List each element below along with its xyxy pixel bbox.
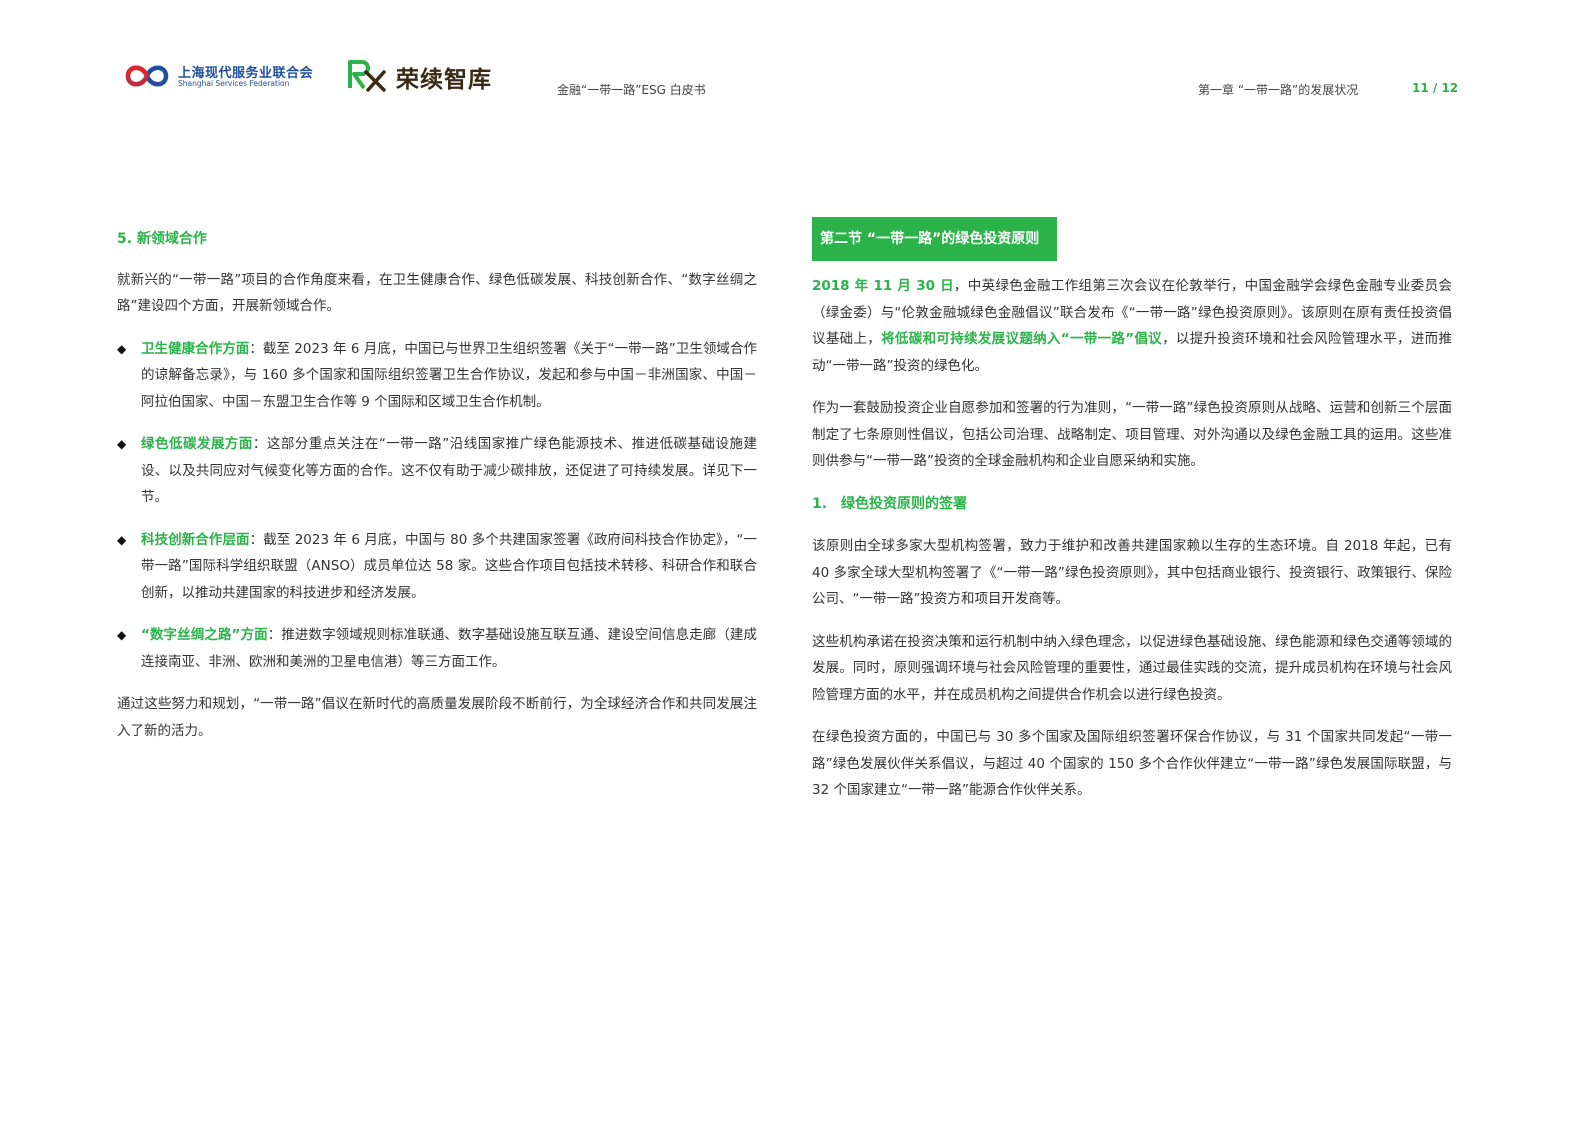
paragraph-signatories: 该原则由全球多家大型机构签署，致力于维护和改善共建国家赖以生存的生态环境。自 2… [812, 538, 1452, 607]
intro-paragraph: 就新兴的“一带一路”项目的合作角度来看，在卫生健康合作、绿色低碳发展、科技创新合… [117, 271, 757, 315]
list-item: ◆ 科技创新合作层面：截至 2023 年 6 月底，中国与 80 多个共建国家签… [117, 527, 757, 607]
bullet-title: “数字丝绸之路”方面 [141, 627, 268, 643]
page-header: 上海现代服务业联合会 Shanghai Services Federation … [0, 0, 1588, 120]
rx-monogram-logo-icon [348, 60, 386, 92]
conclusion-paragraph: 通过这些努力和规划，“一带一路”倡议在新时代的高质量发展阶段不断前行，为全球经济… [117, 696, 757, 739]
highlight-text: 将低碳和可持续发展议题纳入“一带一路”倡议 [881, 331, 1163, 347]
paragraph-green-investment: 在绿色投资方面的，中国已与 30 多个国家及国际组织签署环保合作协议，与 31 … [812, 729, 1452, 798]
ssf-name-en: Shanghai Services Federation [178, 79, 290, 88]
subheading-signing: 1. 绿色投资原则的签署 [812, 495, 968, 512]
list-item: ◆ 卫生健康合作方面：截至 2023 年 6 月底，中国已与世界卫生组织签署《关… [117, 336, 757, 416]
document-title: 金融“一带一路”ESG 白皮书 [557, 83, 706, 97]
ssf-logo: 上海现代服务业联合会 Shanghai Services Federation [124, 58, 324, 94]
diamond-bullet-icon: ◆ [117, 532, 127, 547]
list-item: ◆ 绿色低碳发展方面：这部分重点关注在“一带一路”沿线国家推广绿色能源技术、推进… [117, 431, 757, 511]
paragraph-commitments: 这些机构承诺在投资决策和运行机制中纳入绿色理念，以促进绿色基础设施、绿色能源和绿… [812, 633, 1452, 703]
left-column: 5. 新领域合作 就新兴的“一带一路”项目的合作角度来看，在卫生健康合作、绿色低… [117, 226, 757, 744]
brand-name: 荣续智库 [396, 67, 492, 93]
section-title-banner: 第二节 “一带一路”的绿色投资原则 [812, 217, 1058, 261]
ssf-knot-logo-icon [125, 65, 169, 87]
bullet-title: 科技创新合作层面 [141, 531, 250, 548]
section-heading-new-fields: 5. 新领域合作 [117, 231, 207, 247]
release-date: 2018 年 11 月 30 日 [812, 278, 954, 294]
diamond-bullet-icon: ◆ [117, 341, 127, 356]
rx-logo: 荣续智库 [346, 58, 506, 94]
page-number: 11 / 12 [1412, 81, 1459, 95]
diamond-bullet-icon: ◆ [117, 437, 127, 451]
right-column: 第二节 “一带一路”的绿色投资原则 2018 年 11 月 30 日，中英绿色金… [812, 217, 1452, 804]
bullet-title: 卫生健康合作方面 [141, 340, 250, 357]
paragraph-gip-release: 2018 年 11 月 30 日，中英绿色金融工作组第三次会议在伦敦举行，中国金… [812, 278, 1453, 374]
bullet-title: 绿色低碳发展方面 [141, 436, 253, 452]
list-item: ◆ “数字丝绸之路”方面：推进数字领域规则标准联通、数字基础设施互联互通、建设空… [117, 622, 757, 675]
chapter-title: 第一章 “一带一路”的发展状况 [1198, 83, 1359, 97]
diamond-bullet-icon: ◆ [117, 628, 127, 642]
paragraph-principles: 作为一套鼓励投资企业自愿参加和签署的行为准则，“一带一路”绿色投资原则从战略、运… [812, 400, 1452, 469]
